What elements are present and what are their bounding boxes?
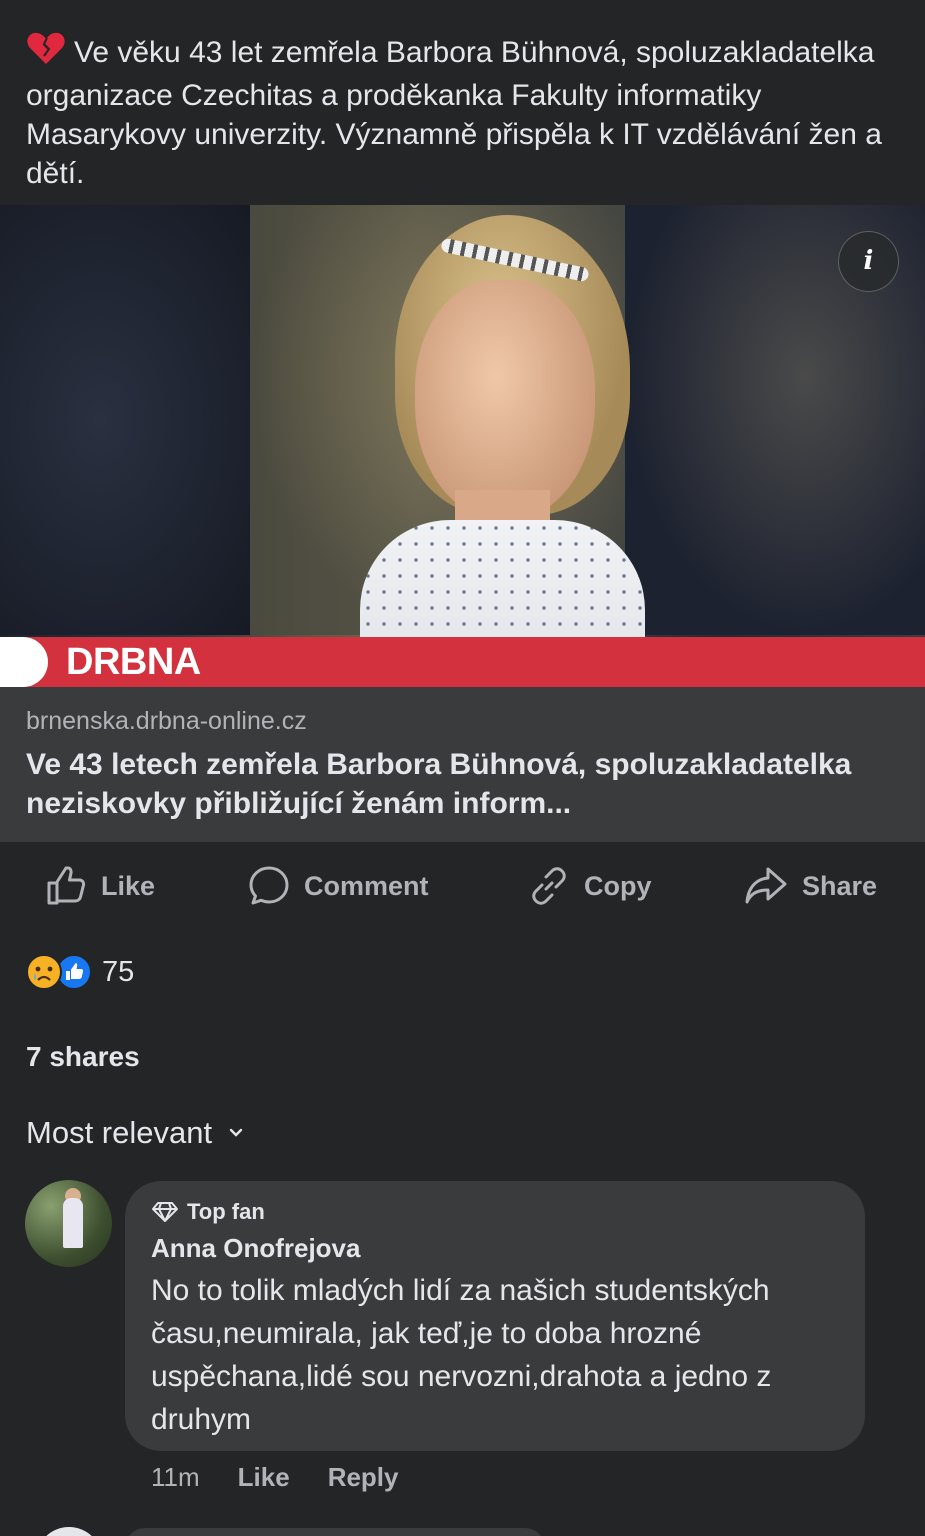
sad-reaction-icon [26, 954, 62, 990]
share-label: Share [802, 870, 878, 901]
comment-reply-button[interactable]: Reply [328, 1462, 399, 1493]
shares-count[interactable]: 7 shares [26, 1041, 140, 1073]
comment-icon [249, 866, 289, 905]
chevron-down-icon [229, 1128, 243, 1137]
sort-label: Most relevant [26, 1115, 213, 1150]
banner-brand: DRBNA [66, 641, 201, 683]
link-preview-card[interactable]: brnenska.drbna-online.cz Ve 43 letech ze… [0, 687, 925, 842]
avatar[interactable] [25, 1180, 112, 1267]
post-body: Ve věku 43 let zemřela Barbora Bühnová, … [26, 36, 882, 190]
brand-banner: DRBNA [0, 637, 925, 687]
reaction-count: 75 [102, 955, 135, 988]
share-button[interactable]: Share [744, 856, 877, 916]
like-button[interactable]: Like [45, 856, 155, 916]
thumbs-up-icon [47, 866, 86, 905]
link-domain: brnenska.drbna-online.cz [26, 707, 307, 735]
link-preview-image[interactable]: i DRBNA [0, 205, 925, 687]
comment-author[interactable]: Anna Onofrejova [151, 1233, 360, 1264]
next-comment-avatar[interactable] [36, 1527, 102, 1536]
copy-label: Copy [584, 870, 652, 901]
comment-bubble: Top fan Anna Onofrejova No to tolik mlad… [125, 1181, 865, 1451]
top-fan-badge: Top fan [151, 1199, 265, 1225]
share-icon [745, 867, 787, 904]
next-comment-bubble [125, 1528, 545, 1536]
comment-label: Comment [304, 870, 429, 901]
comment-like-button[interactable]: Like [238, 1462, 290, 1493]
comment-button[interactable]: Comment [248, 856, 429, 916]
copy-link-button[interactable]: Copy [528, 856, 652, 916]
post-actions: Like Comment Copy Share [0, 856, 925, 916]
comment-sort-dropdown[interactable]: Most relevant [26, 1115, 244, 1151]
comment-meta: 11m Like Reply [151, 1462, 399, 1493]
info-icon[interactable]: i [838, 231, 899, 292]
comment-text: No to tolik mladých lidí za našich stude… [151, 1274, 772, 1436]
comment-time: 11m [151, 1462, 200, 1492]
badge-label: Top fan [187, 1199, 265, 1224]
broken-heart-icon [26, 32, 66, 76]
like-label: Like [101, 870, 156, 901]
diamond-icon [152, 1202, 178, 1222]
link-icon [532, 867, 566, 905]
link-headline[interactable]: Ve 43 letech zemřela Barbora Bühnová, sp… [26, 745, 906, 823]
reactions-summary[interactable]: 75 [26, 953, 134, 991]
post-text: Ve věku 43 let zemřela Barbora Bühnová, … [26, 32, 896, 193]
